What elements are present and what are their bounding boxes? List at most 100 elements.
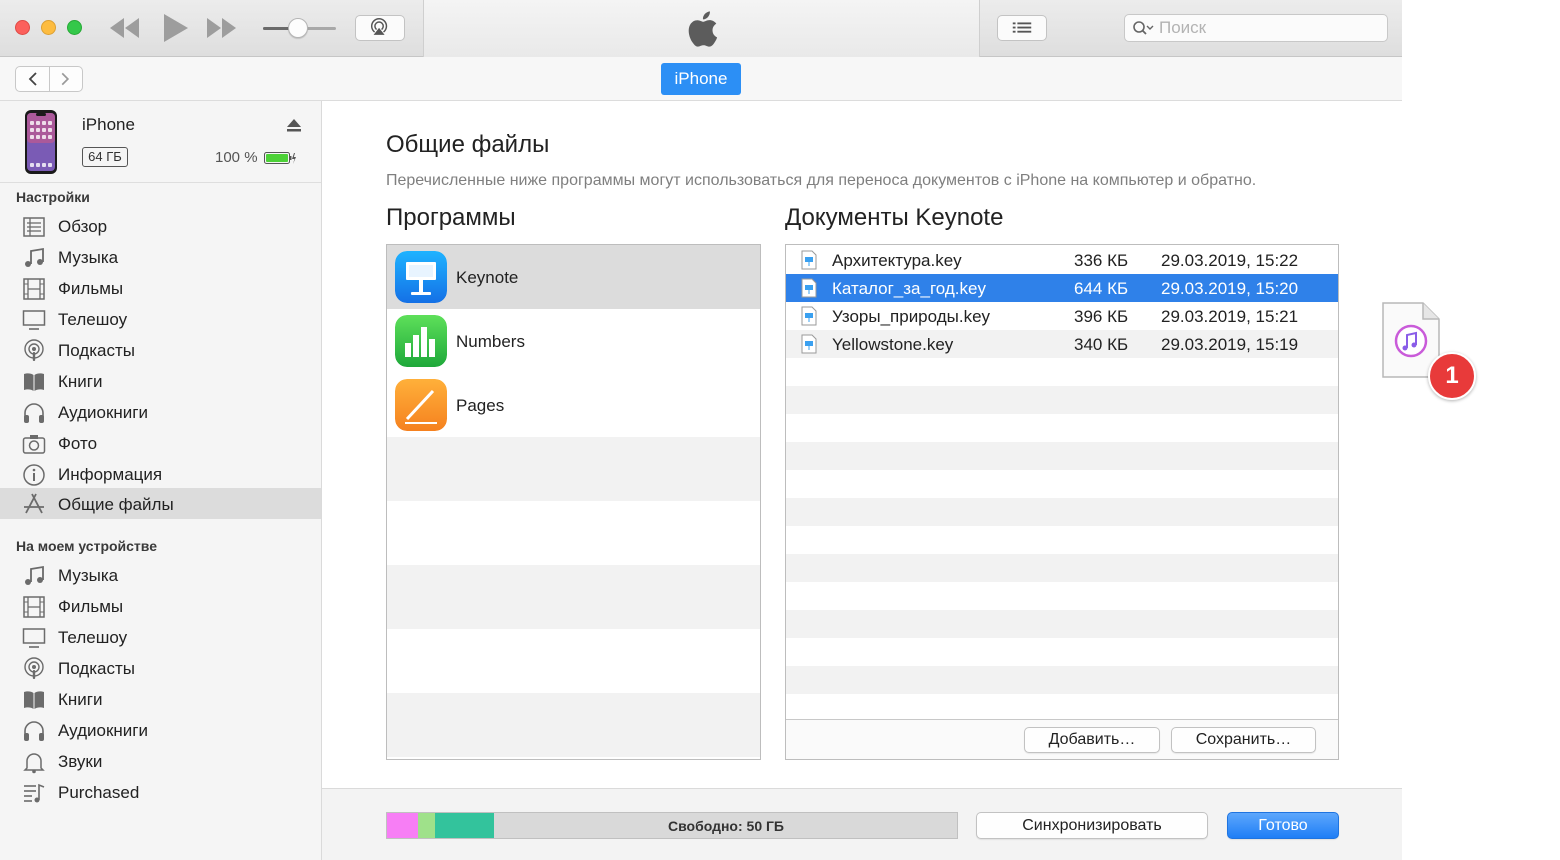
battery-percent: 100 % — [215, 149, 258, 166]
sidebar-item-label: Музыка — [58, 248, 119, 267]
apple-logo-icon — [688, 11, 718, 47]
document-size: 336 КБ — [1074, 251, 1129, 270]
drag-count-badge: 1 — [1428, 352, 1476, 400]
headphones-icon — [24, 721, 44, 741]
sidebar-item-label: Телешоу — [58, 628, 128, 647]
search-input[interactable] — [1159, 18, 1379, 38]
battery-charging-icon — [264, 152, 296, 164]
list-view-button[interactable] — [997, 15, 1047, 41]
rewind-icon[interactable] — [108, 14, 142, 42]
document-row-selected[interactable]: Каталог_за_год.key 644 КБ 29.03.2019, 15… — [786, 274, 1338, 302]
page-description: Перечисленные ниже программы могут испол… — [386, 172, 1257, 189]
volume-slider-knob[interactable] — [288, 18, 308, 38]
eject-icon[interactable] — [286, 117, 302, 133]
sidebar-item-audiobooks[interactable]: Аудиокниги — [0, 397, 321, 428]
save-button[interactable]: Сохранить… — [1171, 727, 1316, 753]
empty-row — [786, 442, 1338, 470]
free-space-label: Свободно: 50 ГБ — [667, 818, 784, 834]
document-name: Yellowstone.key — [832, 335, 954, 354]
book-icon — [24, 373, 44, 391]
sidebar-item-device-purchased[interactable]: Purchased — [0, 777, 321, 808]
sidebar-item-label: Обзор — [58, 217, 108, 236]
sidebar-item-device-tones[interactable]: Звуки — [0, 746, 321, 777]
empty-row — [786, 386, 1338, 414]
sidebar-item-device-books[interactable]: Книги — [0, 684, 321, 715]
sidebar-item-summary[interactable]: Обзор — [0, 211, 321, 242]
camera-icon — [22, 435, 46, 454]
info-icon — [23, 464, 45, 486]
sidebar-item-label: Музыка — [58, 566, 119, 585]
sidebar-item-podcasts[interactable]: Подкасты — [0, 335, 321, 366]
play-icon[interactable] — [158, 12, 192, 44]
device-name: iPhone — [82, 115, 135, 134]
airplay-icon — [370, 18, 388, 36]
forward-button[interactable] — [50, 67, 84, 91]
airplay-button[interactable] — [355, 15, 405, 41]
sidebar-item-tv-shows[interactable]: Телешоу — [0, 304, 321, 335]
keynote-file-icon — [801, 306, 817, 326]
app-name: Pages — [456, 396, 505, 415]
sidebar-item-device-movies[interactable]: Фильмы — [0, 591, 321, 622]
tv-icon — [22, 628, 46, 648]
tv-icon — [22, 310, 46, 330]
sidebar-item-device-tv-shows[interactable]: Телешоу — [0, 622, 321, 653]
document-size: 644 КБ — [1074, 279, 1129, 298]
device-tab[interactable]: iPhone — [661, 63, 741, 95]
document-size: 340 КБ — [1074, 335, 1129, 354]
sidebar-item-info[interactable]: Информация — [0, 459, 321, 490]
documents-footer: Добавить… Сохранить… — [786, 719, 1338, 759]
music-note-icon — [25, 247, 44, 267]
document-size: 396 КБ — [1074, 307, 1129, 326]
app-row-pages[interactable]: Pages — [387, 373, 760, 437]
empty-row — [786, 554, 1338, 582]
device-header[interactable]: iPhone 64 ГБ 100 % — [0, 101, 321, 183]
app-store-icon — [24, 493, 44, 514]
settings-section-header: Настройки — [16, 189, 90, 205]
chevron-right-icon — [61, 72, 70, 86]
sidebar-item-books[interactable]: Книги — [0, 366, 321, 397]
sidebar-item-photos[interactable]: Фото — [0, 428, 321, 459]
search-box[interactable] — [1124, 14, 1388, 42]
app-row-keynote[interactable]: Keynote — [387, 245, 760, 309]
summary-icon — [23, 217, 45, 237]
app-name: Keynote — [456, 268, 519, 287]
sidebar-item-label: Звуки — [58, 752, 103, 771]
film-icon — [23, 278, 45, 300]
documents-header: Документы Keynote — [785, 204, 1004, 231]
sidebar-item-music[interactable]: Музыка — [0, 242, 321, 273]
document-row[interactable]: Узоры_природы.key 396 КБ 29.03.2019, 15:… — [786, 302, 1338, 330]
on-device-section-header: На моем устройстве — [16, 538, 157, 554]
sidebar-item-file-sharing[interactable]: Общие файлы — [0, 488, 321, 519]
sidebar-item-label: Информация — [58, 465, 163, 484]
done-button[interactable]: Готово — [1227, 812, 1339, 839]
iphone-device-icon — [25, 110, 57, 174]
document-name: Каталог_за_год.key — [832, 279, 986, 298]
sync-button[interactable]: Синхронизировать — [976, 812, 1208, 839]
document-row[interactable]: Архитектура.key 336 КБ 29.03.2019, 15:22 — [786, 246, 1338, 274]
close-window-button[interactable] — [15, 20, 30, 35]
sidebar-item-device-audiobooks[interactable]: Аудиокниги — [0, 715, 321, 746]
fast-forward-icon[interactable] — [204, 14, 238, 42]
sidebar-item-device-podcasts[interactable]: Подкасты — [0, 653, 321, 684]
document-date: 29.03.2019, 15:20 — [1161, 279, 1299, 298]
back-button[interactable] — [16, 67, 50, 91]
podcast-icon — [24, 657, 44, 679]
list-icon — [1012, 22, 1032, 33]
keynote-file-icon — [801, 250, 817, 270]
app-row-numbers[interactable]: Numbers — [387, 309, 760, 373]
sidebar-item-label: Телешоу — [58, 310, 128, 329]
empty-row — [387, 437, 760, 501]
navigation-bar: iPhone — [0, 57, 1402, 101]
sidebar-item-device-music[interactable]: Музыка — [0, 560, 321, 591]
empty-row — [786, 666, 1338, 694]
sidebar-item-movies[interactable]: Фильмы — [0, 273, 321, 304]
keynote-icon — [395, 251, 447, 303]
playlist-icon — [24, 783, 45, 803]
main-content: Общие файлы Перечисленные ниже программы… — [322, 101, 1402, 860]
minimize-window-button[interactable] — [41, 20, 56, 35]
add-button[interactable]: Добавить… — [1024, 727, 1160, 753]
itunes-window: iPhone iPhone 64 — [0, 0, 1402, 860]
document-date: 29.03.2019, 15:19 — [1161, 335, 1299, 354]
document-row[interactable]: Yellowstone.key 340 КБ 29.03.2019, 15:19 — [786, 330, 1338, 358]
zoom-window-button[interactable] — [67, 20, 82, 35]
